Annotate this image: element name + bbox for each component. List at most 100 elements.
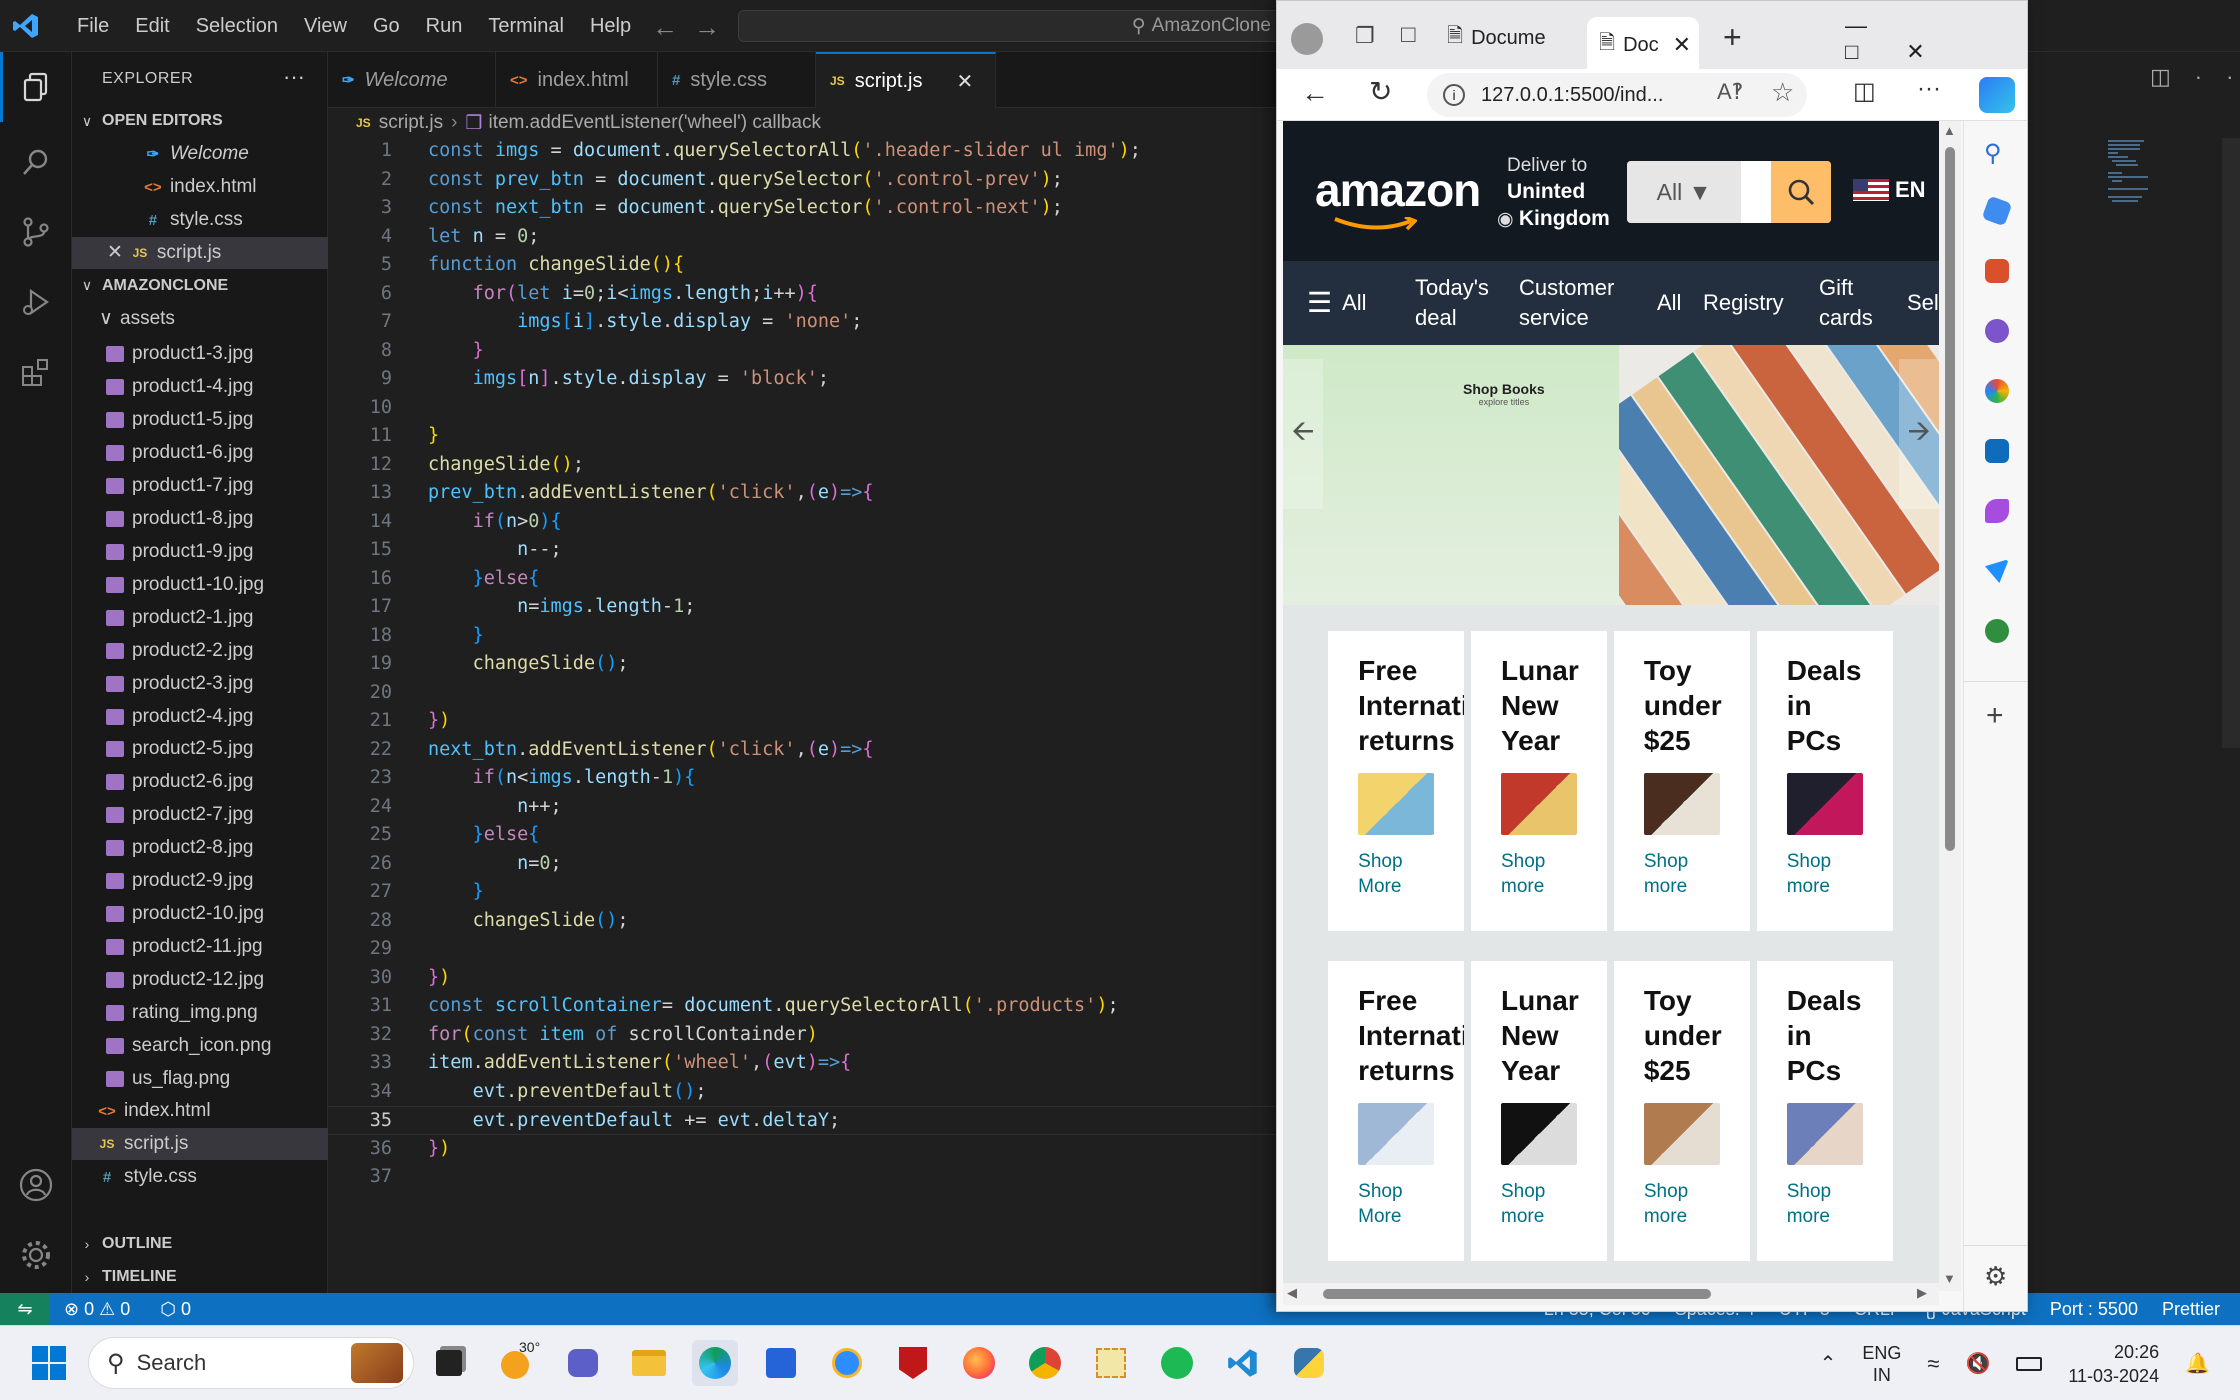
code-line[interactable]: 1 const imgs = document.querySelectorAll(… bbox=[328, 138, 1280, 166]
favorite-star-icon[interactable]: ☆ bbox=[1771, 77, 1794, 108]
phone-image[interactable] bbox=[1501, 1102, 1577, 1165]
asset-file[interactable]: product1-5.jpg bbox=[72, 404, 328, 436]
product-card[interactable]: Deals in PCs Shop more bbox=[1756, 960, 1893, 1261]
code-line[interactable]: 27 } bbox=[328, 878, 1280, 907]
back-arrow-icon[interactable]: ← bbox=[652, 12, 694, 42]
code-line[interactable]: 24 n++; bbox=[328, 793, 1280, 822]
open-editor-item[interactable]: ✕ JS script.js bbox=[72, 236, 328, 269]
extensions-icon[interactable] bbox=[0, 337, 72, 407]
code-line[interactable]: 15 n--; bbox=[328, 536, 1280, 565]
code-line[interactable]: 29 bbox=[328, 935, 1280, 964]
sidebar-settings-gear-icon[interactable]: ⚙ bbox=[1984, 1261, 2007, 1292]
more-icon[interactable]: ··· bbox=[2195, 64, 2240, 89]
explorer-icon[interactable] bbox=[0, 52, 72, 122]
returns-image[interactable] bbox=[1358, 772, 1435, 835]
lunar-gift-image[interactable] bbox=[1501, 772, 1577, 835]
tab-index-html[interactable]: <> index.html bbox=[496, 52, 658, 108]
shop-more-link[interactable]: Shop more bbox=[1644, 849, 1688, 899]
language-indicator[interactable]: ENG IN bbox=[1862, 1342, 1901, 1386]
chat-icon[interactable] bbox=[560, 1340, 606, 1386]
menu-item-run[interactable]: Run bbox=[413, 15, 476, 38]
nav-item[interactable]: All bbox=[1657, 261, 1681, 345]
minimap[interactable] bbox=[2106, 138, 2176, 208]
search-icon[interactable] bbox=[0, 127, 72, 197]
asset-file[interactable]: us_flag.png bbox=[72, 1063, 328, 1095]
code-line[interactable]: 25 }else{ bbox=[328, 821, 1280, 850]
menu-item-file[interactable]: File bbox=[64, 15, 122, 38]
asset-file[interactable]: product2-9.jpg bbox=[72, 865, 328, 897]
file-explorer-icon[interactable] bbox=[626, 1340, 672, 1386]
chrome-icon[interactable] bbox=[1022, 1340, 1068, 1386]
taskbar-search[interactable]: ⚲ Search bbox=[88, 1337, 414, 1389]
menu-item-edit[interactable]: Edit bbox=[122, 15, 182, 38]
microsoft-365-icon[interactable] bbox=[1985, 379, 2009, 403]
nav-item[interactable]: ☰ All bbox=[1307, 261, 1367, 345]
shop-more-link[interactable]: Shop More bbox=[1358, 849, 1402, 899]
asset-file[interactable]: product1-7.jpg bbox=[72, 470, 328, 502]
games-icon[interactable] bbox=[1985, 319, 2009, 343]
root-file[interactable]: JS script.js bbox=[72, 1128, 328, 1161]
code-line[interactable]: 17 n=imgs.length-1; bbox=[328, 593, 1280, 622]
nav-item[interactable]: Registry bbox=[1703, 261, 1784, 345]
dog-image[interactable] bbox=[1643, 1102, 1720, 1165]
menu-item-go[interactable]: Go bbox=[360, 15, 413, 38]
clock[interactable]: 20:26 11-03-2024 bbox=[2068, 1340, 2159, 1388]
editor-scrollbar[interactable] bbox=[2222, 138, 2240, 748]
vscode-taskbar-icon[interactable] bbox=[1220, 1340, 1266, 1386]
code-line[interactable]: 26 n=0; bbox=[328, 850, 1280, 879]
asset-file[interactable]: product2-11.jpg bbox=[72, 931, 328, 963]
code-line[interactable]: 13 prev_btn.addEventListener('click',(e)=… bbox=[328, 479, 1280, 508]
ports-indicator[interactable]: ⬡ 0 bbox=[160, 1299, 191, 1320]
deliver-to[interactable]: Deliver to Uninted ◉ Kingdom bbox=[1497, 153, 1610, 233]
chevron-up-icon[interactable]: ⌃ bbox=[1820, 1351, 1837, 1376]
asset-file[interactable]: product2-7.jpg bbox=[72, 799, 328, 831]
asset-file[interactable]: product2-6.jpg bbox=[72, 766, 328, 798]
source-control-icon[interactable] bbox=[0, 197, 72, 267]
code-line[interactable]: 23 if(n<imgs.length-1){ bbox=[328, 764, 1280, 793]
tree-icon[interactable] bbox=[1985, 619, 2009, 643]
product-card[interactable]: Free Internati returns Shop More bbox=[1328, 960, 1465, 1261]
scroll-left-icon[interactable]: ◀ bbox=[1287, 1285, 1297, 1301]
asset-file[interactable]: product1-8.jpg bbox=[72, 503, 328, 535]
asset-file[interactable]: product2-3.jpg bbox=[72, 668, 328, 700]
code-line[interactable]: 33 item.addEventListener('wheel',(evt)=>{ bbox=[328, 1049, 1280, 1078]
asset-file[interactable]: product2-4.jpg bbox=[72, 701, 328, 733]
close-icon[interactable]: ✕ bbox=[956, 69, 973, 94]
battery-icon[interactable] bbox=[2016, 1356, 2043, 1371]
refresh-icon[interactable]: ↻ bbox=[1369, 75, 1392, 108]
bottles-image[interactable] bbox=[1358, 1102, 1435, 1165]
asset-file[interactable]: search_icon.png bbox=[72, 1030, 328, 1062]
timeline-section[interactable]: › TIMELINE bbox=[72, 1262, 328, 1292]
product-card[interactable]: Deals in PCs Shop more bbox=[1756, 630, 1893, 931]
tools-briefcase-icon[interactable] bbox=[1985, 259, 2009, 283]
asset-file[interactable]: product2-12.jpg bbox=[72, 964, 328, 996]
outlook-icon[interactable] bbox=[1985, 439, 2009, 463]
language-selector[interactable]: EN bbox=[1853, 177, 1926, 203]
firefox-icon[interactable] bbox=[956, 1340, 1002, 1386]
search-category-select[interactable]: All ▼ bbox=[1627, 161, 1741, 223]
spotify-icon[interactable] bbox=[1154, 1340, 1200, 1386]
nav-item[interactable]: Sell bbox=[1907, 261, 1939, 345]
open-editor-item[interactable]: ✑ Welcome bbox=[72, 138, 328, 170]
code-line[interactable]: 30}) bbox=[328, 964, 1280, 993]
code-line[interactable]: 2 const prev_btn = document.querySelector… bbox=[328, 166, 1280, 195]
shop-more-link[interactable]: Shop more bbox=[1787, 1179, 1831, 1229]
code-line[interactable]: 21}) bbox=[328, 707, 1280, 736]
help-icon[interactable] bbox=[824, 1340, 870, 1386]
address-bar[interactable]: i 127.0.0.1:5500/ind... bbox=[1427, 73, 1807, 117]
code-line[interactable]: 18 } bbox=[328, 622, 1280, 651]
menu-item-help[interactable]: Help bbox=[577, 15, 644, 38]
horizontal-scroll-thumb[interactable] bbox=[1323, 1289, 1711, 1299]
asset-file[interactable]: product2-8.jpg bbox=[72, 832, 328, 864]
code-line[interactable]: 32 for(const item of scrollContainder) bbox=[328, 1021, 1280, 1050]
menu-item-selection[interactable]: Selection bbox=[183, 15, 291, 38]
page-horizontal-scrollbar[interactable]: ◀ ▶ bbox=[1283, 1283, 1939, 1305]
python-icon[interactable] bbox=[1286, 1340, 1332, 1386]
asset-file[interactable]: rating_img.png bbox=[72, 997, 328, 1029]
page-vertical-scrollbar[interactable]: ▲ ▼ bbox=[1939, 121, 1961, 1291]
shop-more-link[interactable]: Shop more bbox=[1644, 1179, 1688, 1229]
fashion-image[interactable] bbox=[1786, 1102, 1863, 1165]
close-tab-icon[interactable]: ✕ bbox=[1673, 32, 1691, 58]
nav-item[interactable]: Gift cards bbox=[1819, 261, 1873, 345]
folder-assets[interactable]: ∨ assets bbox=[72, 303, 328, 335]
